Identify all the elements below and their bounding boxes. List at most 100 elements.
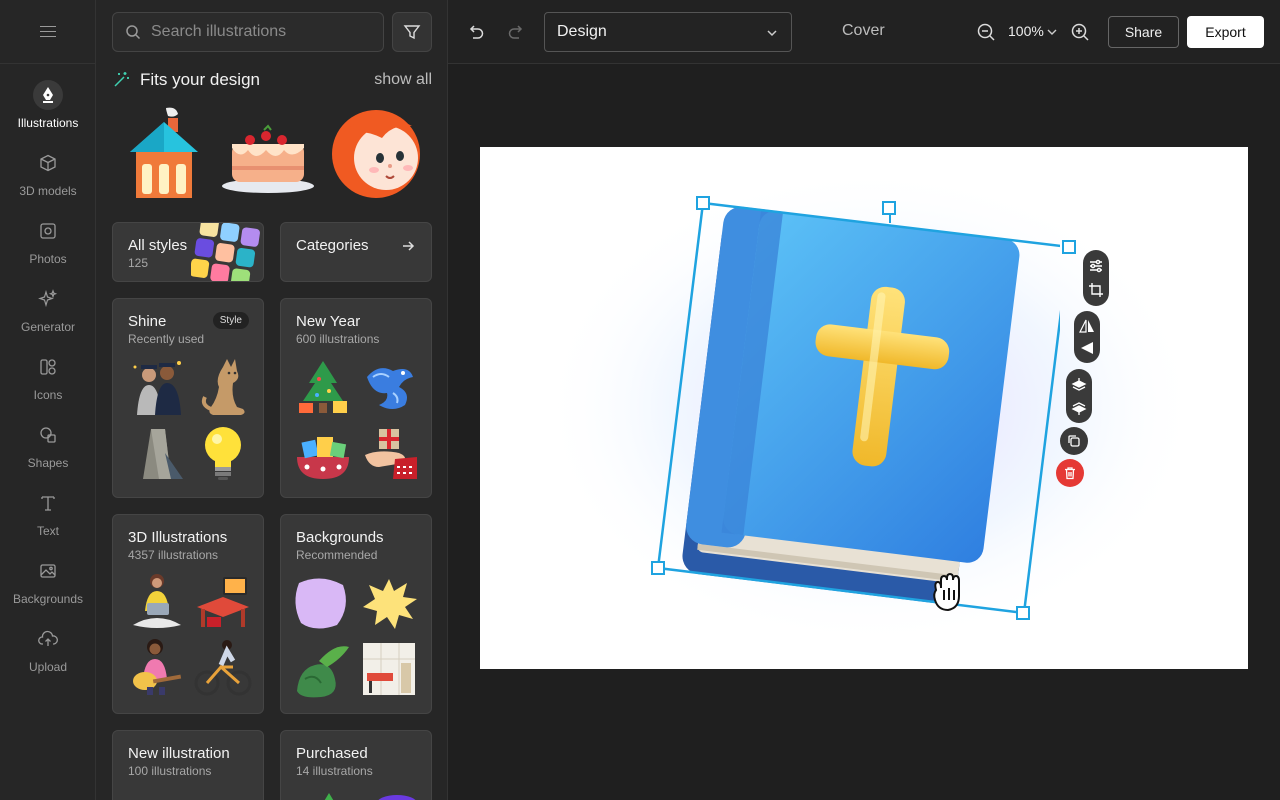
gift-basket-illustration <box>297 437 349 479</box>
export-button[interactable]: Export <box>1187 16 1264 48</box>
redo-button[interactable] <box>504 20 528 44</box>
hand-gift-illustration <box>365 429 417 479</box>
card-subtitle: 100 illustrations <box>128 764 212 778</box>
categories-card[interactable]: Categories <box>280 222 432 282</box>
christmas-tree-illustration <box>299 361 347 413</box>
resize-handle-top-left[interactable] <box>696 196 710 210</box>
girl-guitar-illustration <box>133 639 182 695</box>
face-illustration[interactable] <box>332 104 428 200</box>
purchased-thumbs-peek <box>324 793 416 800</box>
starburst-shape-illustration <box>363 579 417 629</box>
card-title: New Year <box>296 313 361 330</box>
cloud-upload-icon <box>33 624 63 654</box>
new-illustration-card[interactable]: New illustration 100 illustrations <box>112 730 264 800</box>
resize-handle-bottom-left[interactable] <box>651 561 665 575</box>
rail-item-generator[interactable]: Generator <box>0 284 96 346</box>
cube-icon <box>33 148 63 178</box>
resize-handle-bottom-right[interactable] <box>1016 606 1030 620</box>
search-input[interactable] <box>151 23 371 41</box>
pen-nib-icon <box>33 80 63 110</box>
rail-item-illustrations[interactable]: Illustrations <box>0 80 96 142</box>
rail-item-label: Illustrations <box>17 116 79 130</box>
card-title: Shine <box>128 313 167 330</box>
3d-illustrations-card[interactable]: 3D Illustrations 4357 illustrations <box>112 514 264 714</box>
undo-icon <box>469 25 484 39</box>
filter-icon <box>403 25 421 40</box>
graduates-illustration <box>133 361 181 415</box>
shine-card[interactable]: Shine Style Recently used <box>112 298 264 498</box>
lightbulb-illustration <box>205 427 241 480</box>
flip-horizontal-icon[interactable] <box>1079 318 1095 334</box>
dragon-illustration <box>367 368 413 409</box>
rail-item-label: Generator <box>20 320 76 334</box>
purchased-card[interactable]: Purchased 14 illustrations <box>280 730 432 800</box>
rail-item-label: Shapes <box>27 456 69 470</box>
redo-icon <box>508 25 523 39</box>
zoom-out-button[interactable] <box>974 20 998 44</box>
adjust-sliders-icon[interactable] <box>1088 258 1104 274</box>
show-all-link[interactable]: show all <box>374 71 432 89</box>
rail-item-label: 3D models <box>19 184 77 198</box>
card-subtitle: Recommended <box>296 548 378 562</box>
card-title: 3D Illustrations <box>128 529 228 546</box>
share-button[interactable]: Share <box>1108 16 1179 48</box>
send-backward-icon[interactable] <box>1071 400 1087 416</box>
rail-item-label: Icons <box>33 388 63 402</box>
duplicate-icon <box>1068 435 1080 447</box>
cover-label[interactable]: Cover <box>842 22 885 40</box>
undo-button[interactable] <box>464 20 488 44</box>
plants-illustration <box>297 646 349 698</box>
blob-shape-illustration <box>295 578 346 629</box>
chevron-down-icon <box>767 30 777 37</box>
duplicate-button[interactable] <box>1060 427 1088 455</box>
shapes-icon <box>33 420 63 450</box>
rail-item-icons[interactable]: Icons <box>0 352 96 414</box>
rotate-handle-top[interactable] <box>882 201 896 215</box>
style-badge: Style <box>212 312 249 329</box>
design-dropdown[interactable]: Design <box>544 12 792 52</box>
zoom-in-button[interactable] <box>1068 20 1092 44</box>
zoom-in-icon <box>1071 23 1089 41</box>
backgrounds-card[interactable]: Backgrounds Recommended <box>280 514 432 714</box>
photo-icon <box>33 216 63 246</box>
rail-item-label: Upload <box>28 660 68 674</box>
new-year-card[interactable]: New Year 600 illustrations <box>280 298 432 498</box>
menu-icon[interactable] <box>0 0 96 64</box>
selection-box[interactable] <box>640 190 1060 630</box>
card-title: Categories <box>296 237 369 254</box>
flip-vertical-icon[interactable] <box>1079 340 1095 356</box>
rail-item-text[interactable]: Text <box>0 488 96 550</box>
styles-collage <box>191 223 260 281</box>
zoom-chevron-down-icon[interactable] <box>1046 26 1058 38</box>
bicycle-rider-illustration <box>194 640 252 696</box>
text-t-icon <box>33 488 63 518</box>
rail-item-3d-models[interactable]: 3D models <box>0 148 96 210</box>
search-icon <box>126 25 141 40</box>
sparkles-icon <box>33 284 63 314</box>
prism-illustration <box>143 429 183 479</box>
crop-icon[interactable] <box>1088 282 1104 298</box>
all-styles-card[interactable]: All styles 125 <box>112 222 264 282</box>
image-icon <box>33 556 63 586</box>
zoom-out-icon <box>977 23 995 41</box>
filter-button[interactable] <box>392 12 432 52</box>
rail-item-label: Photos <box>29 252 67 266</box>
house-illustration[interactable] <box>116 104 212 200</box>
flip-toolbar <box>1074 311 1100 363</box>
delete-button[interactable] <box>1056 459 1084 487</box>
card-subtitle: 14 illustrations <box>296 764 373 778</box>
bring-forward-icon[interactable] <box>1071 377 1087 393</box>
rail-item-photos[interactable]: Photos <box>0 216 96 278</box>
card-title: New illustration <box>128 745 230 762</box>
illustrations-panel: Fits your design show all All styles 125 <box>96 0 448 800</box>
zoom-level[interactable]: 100% <box>1008 23 1044 39</box>
cake-illustration[interactable] <box>220 104 316 200</box>
magic-wand-icon <box>114 72 129 87</box>
rail-item-backgrounds[interactable]: Backgrounds <box>0 556 96 618</box>
rail-item-shapes[interactable]: Shapes <box>0 420 96 482</box>
desk-computer-illustration <box>197 577 249 627</box>
icons-grid-icon <box>33 352 63 382</box>
rail-item-upload[interactable]: Upload <box>0 624 96 686</box>
resize-handle-top-right[interactable] <box>1062 240 1076 254</box>
search-box[interactable] <box>112 12 384 52</box>
